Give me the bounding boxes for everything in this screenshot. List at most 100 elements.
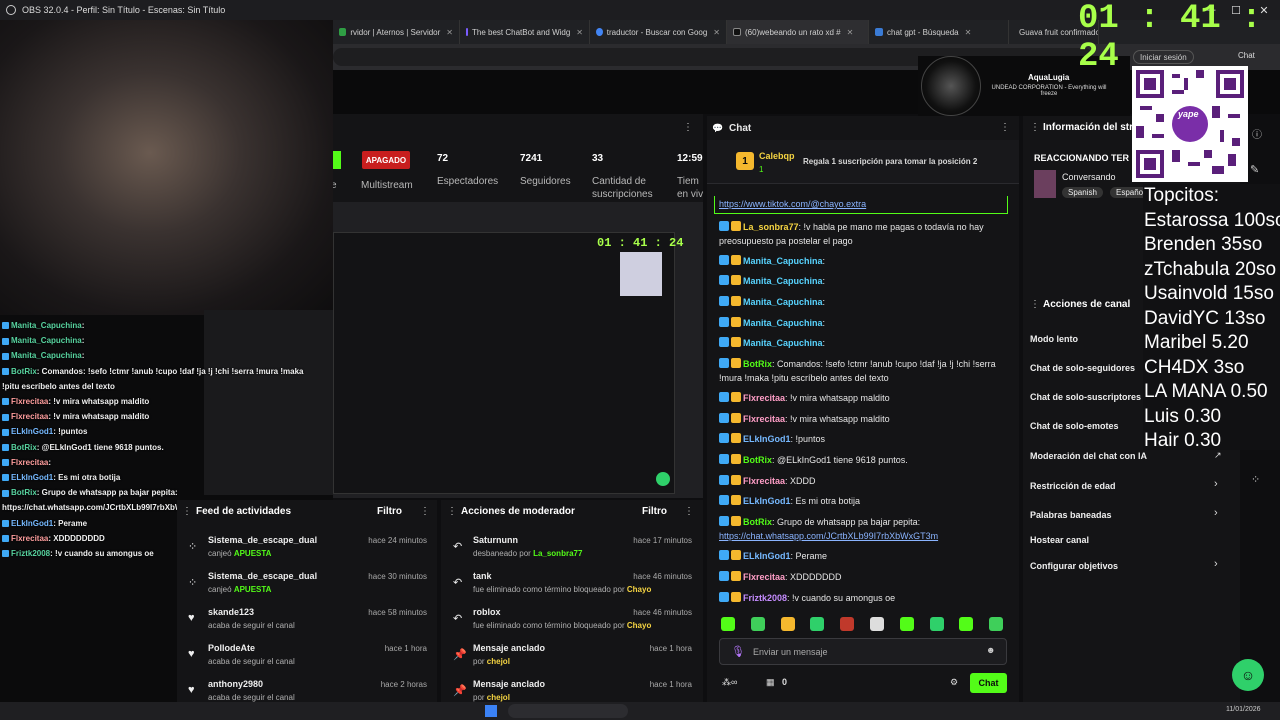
store-icon[interactable]: ▦ bbox=[766, 677, 775, 688]
feed-item-name[interactable]: anthony2980 bbox=[208, 679, 263, 689]
badge-icon bbox=[719, 571, 729, 581]
browser-tab[interactable]: The best ChatBot and Widg ✕ bbox=[460, 20, 590, 44]
channel-actions-title: Acciones de canal bbox=[1043, 299, 1131, 310]
feed-item-name[interactable]: skande123 bbox=[208, 607, 254, 617]
feed-item-highlight[interactable]: APUESTA bbox=[234, 585, 272, 594]
browser-tab[interactable]: rvidor | Aternos | Servidor ✕ bbox=[333, 20, 460, 44]
emote-icon[interactable] bbox=[721, 617, 735, 631]
tiktok-link[interactable]: https://www.tiktok.com/@chayo.extra bbox=[719, 199, 866, 209]
channel-action-item[interactable]: Moderación del chat con IA bbox=[1030, 451, 1147, 461]
channel-action-item[interactable]: Modo lento bbox=[1030, 334, 1078, 344]
channel-action-item[interactable]: Palabras baneadas bbox=[1030, 510, 1112, 520]
emoji-icon[interactable]: ☻ bbox=[986, 645, 995, 655]
feed-item-name[interactable]: PollodeAte bbox=[208, 643, 255, 653]
tag-chip[interactable]: Spanish bbox=[1062, 187, 1103, 198]
browser-tab-active[interactable]: (60)webeando un rato xd # ✕ bbox=[727, 20, 869, 44]
drag-handle-icon[interactable]: ⋮ bbox=[1030, 299, 1040, 310]
multistream-label[interactable]: Multistream bbox=[361, 179, 413, 192]
close-icon[interactable]: ✕ bbox=[713, 28, 720, 37]
apps-icon[interactable]: ⁘ bbox=[1251, 473, 1260, 486]
mod-item-name[interactable]: roblox bbox=[473, 607, 501, 617]
close-icon[interactable]: ✕ bbox=[446, 28, 453, 37]
chat-username[interactable]: Manita_Capuchina bbox=[743, 318, 823, 328]
emote-icon[interactable] bbox=[810, 617, 825, 631]
chat-username[interactable]: ELkInGod1 bbox=[743, 496, 791, 506]
feed-item-highlight[interactable]: APUESTA bbox=[234, 549, 272, 558]
chat-username[interactable]: Manita_Capuchina bbox=[743, 256, 823, 266]
chat-username[interactable]: Manita_Capuchina bbox=[743, 297, 823, 307]
chat-username[interactable]: BotRix bbox=[743, 455, 772, 465]
chevron-right-icon[interactable]: › bbox=[1214, 478, 1218, 490]
emote-icon[interactable] bbox=[780, 617, 795, 631]
mod-filter-button[interactable]: Filtro bbox=[642, 506, 667, 517]
chat-username[interactable]: Flxrecitaa bbox=[743, 572, 785, 582]
pencil-icon[interactable]: ✎ bbox=[1250, 163, 1259, 176]
chat-username[interactable]: Flxrecitaa bbox=[743, 414, 785, 424]
chat-username[interactable]: Friztk2008 bbox=[743, 593, 787, 603]
close-icon[interactable]: ✕ bbox=[965, 28, 972, 37]
chat-username[interactable]: ELkInGod1 bbox=[743, 434, 791, 444]
taskbar-search[interactable] bbox=[508, 704, 628, 718]
mod-item-name[interactable]: Mensaje anclado bbox=[473, 679, 545, 689]
drag-handle-icon[interactable]: ⋮ bbox=[182, 506, 192, 517]
microphone-icon[interactable]: 🎙 bbox=[731, 645, 745, 658]
channel-action-item[interactable]: Chat de solo-emotes bbox=[1030, 421, 1119, 431]
emote-icon[interactable] bbox=[989, 617, 1004, 631]
chat-username[interactable]: Flxrecitaa bbox=[743, 393, 785, 403]
channel-action-item[interactable]: Configurar objetivos bbox=[1030, 561, 1118, 571]
crown-icon bbox=[731, 221, 741, 231]
channel-action-item[interactable]: Hostear canal bbox=[1030, 535, 1089, 545]
channel-action-item[interactable]: Chat de solo-suscriptores bbox=[1030, 392, 1141, 402]
chevron-right-icon[interactable]: › bbox=[1214, 558, 1218, 570]
more-options-icon[interactable]: ⋮ bbox=[684, 506, 694, 517]
chat-link[interactable]: https://chat.whatsapp.com/JCrtbXLb99I7rb… bbox=[719, 531, 938, 541]
more-options-icon[interactable]: ⋮ bbox=[683, 122, 693, 133]
close-icon[interactable]: ✕ bbox=[847, 28, 854, 37]
help-chat-button[interactable]: ☺ bbox=[1232, 659, 1264, 691]
gear-icon[interactable]: ⚙ bbox=[950, 677, 958, 688]
chat-username[interactable]: BotRix bbox=[743, 359, 772, 369]
external-link-icon[interactable]: ↗ bbox=[1214, 450, 1222, 461]
browser-tab[interactable]: traductor - Buscar con Goog ✕ bbox=[590, 20, 727, 44]
send-chat-button[interactable]: Chat bbox=[970, 673, 1007, 693]
emote-icon[interactable] bbox=[840, 617, 855, 631]
emote-icon[interactable] bbox=[959, 617, 974, 631]
more-options-icon[interactable]: ⋮ bbox=[420, 506, 430, 517]
mod-item-name[interactable]: tank bbox=[473, 571, 492, 581]
mod-item-highlight[interactable]: chejol bbox=[487, 657, 510, 666]
drag-handle-icon[interactable]: ⋮ bbox=[447, 506, 457, 517]
mod-item-highlight[interactable]: Chayo bbox=[627, 585, 651, 594]
chat-username[interactable]: Flxrecitaa bbox=[743, 476, 785, 486]
chat-input[interactable]: Enviar un mensaje bbox=[719, 638, 1007, 665]
chat-username[interactable]: La_sonbra77 bbox=[743, 222, 799, 232]
mod-item-highlight[interactable]: La_sonbra77 bbox=[533, 549, 582, 558]
chat-username[interactable]: Manita_Capuchina bbox=[743, 338, 823, 348]
mod-item-name[interactable]: Saturnunn bbox=[473, 535, 518, 545]
emote-icon[interactable] bbox=[870, 617, 884, 631]
feed-item-name[interactable]: Sistema_de_escape_dual bbox=[208, 535, 317, 545]
chevron-right-icon[interactable]: › bbox=[1214, 507, 1218, 519]
category-name[interactable]: Conversando bbox=[1062, 172, 1116, 182]
chat-message: Flxrecitaa: !v mira whatsapp maldito bbox=[719, 412, 1009, 426]
emote-icon[interactable] bbox=[929, 617, 944, 631]
feed-filter-button[interactable]: Filtro bbox=[377, 506, 402, 517]
chat-username[interactable]: BotRix bbox=[743, 517, 772, 527]
more-options-icon[interactable]: ⋮ bbox=[1000, 122, 1010, 133]
feed-item-name[interactable]: Sistema_de_escape_dual bbox=[208, 571, 317, 581]
drag-handle-icon[interactable]: ⋮ bbox=[1030, 122, 1040, 133]
channel-action-item[interactable]: Chat de solo-seguidores bbox=[1030, 363, 1135, 373]
chat-username[interactable]: Manita_Capuchina bbox=[743, 276, 823, 286]
mod-item-name[interactable]: Mensaje anclado bbox=[473, 643, 545, 653]
browser-tab[interactable]: chat gpt - Búsqueda ✕ bbox=[869, 20, 1009, 44]
windows-start-icon[interactable] bbox=[485, 705, 497, 717]
close-icon[interactable]: ✕ bbox=[576, 28, 583, 37]
emote-icon[interactable] bbox=[750, 617, 765, 631]
mod-item-highlight[interactable]: chejol bbox=[487, 693, 510, 702]
info-icon[interactable]: ⓘ bbox=[1252, 126, 1262, 141]
channel-action-item[interactable]: Restricción de edad bbox=[1030, 481, 1116, 491]
mod-item-highlight[interactable]: Chayo bbox=[627, 621, 651, 630]
pinned-user[interactable]: Calebqp bbox=[759, 151, 795, 161]
emote-icon[interactable] bbox=[899, 617, 914, 631]
overlay-chat-user: BotRix bbox=[11, 366, 37, 376]
chat-username[interactable]: ELkInGod1 bbox=[743, 551, 791, 561]
